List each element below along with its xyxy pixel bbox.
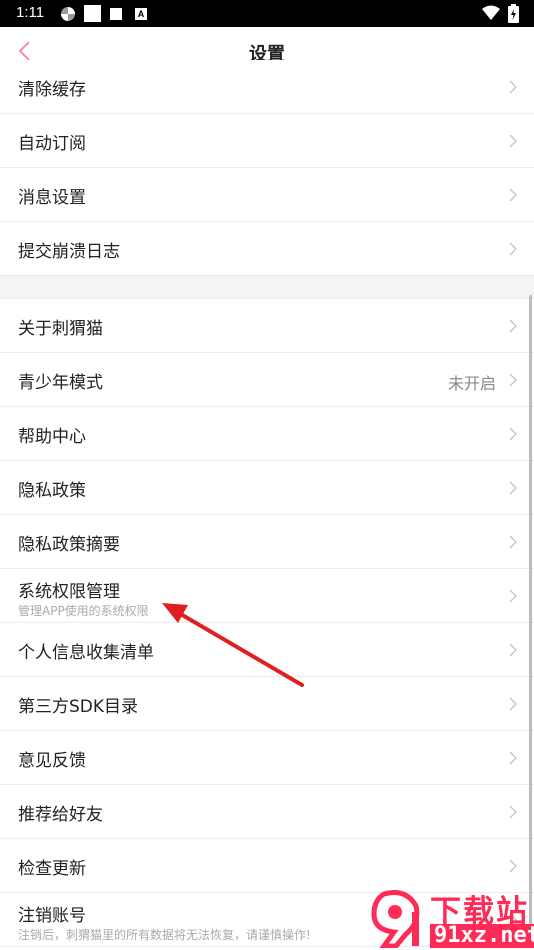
watermark: 下载站 91xz.net xyxy=(366,884,534,950)
square-small-icon xyxy=(110,8,122,20)
settings-row-label: 青少年模式 xyxy=(18,373,103,393)
settings-list: 清除缓存自动订阅消息设置提交崩溃日志 关于刺猬猫青少年模式 未开启帮助中心隐私政策… xyxy=(0,60,534,947)
settings-row[interactable]: 系统权限管理管理APP使用的系统权限 xyxy=(0,569,534,623)
chevron-right-icon xyxy=(509,373,517,387)
settings-row-label: 系统权限管理 xyxy=(18,582,120,602)
settings-row-value: 未开启 xyxy=(447,374,496,393)
chevron-right-icon xyxy=(509,805,517,819)
watermark-logo-icon xyxy=(371,890,420,948)
settings-row-label: 检查更新 xyxy=(18,859,86,879)
settings-row[interactable]: 帮助中心 xyxy=(0,407,534,461)
chevron-right-icon xyxy=(509,134,517,148)
settings-row[interactable]: 隐私政策 xyxy=(0,461,534,515)
chevron-right-icon xyxy=(509,242,517,256)
settings-row-label: 第三方SDK目录 xyxy=(18,697,139,717)
pinwheel-icon xyxy=(61,7,75,21)
settings-row[interactable]: 第三方SDK目录 xyxy=(0,677,534,731)
chevron-right-icon xyxy=(509,481,517,495)
chevron-right-icon xyxy=(509,535,517,549)
settings-row-label: 隐私政策 xyxy=(18,481,86,501)
chevron-right-icon xyxy=(509,427,517,441)
settings-row-label: 提交崩溃日志 xyxy=(18,242,120,262)
settings-row-label: 自动订阅 xyxy=(18,134,86,154)
settings-row[interactable]: 个人信息收集清单 xyxy=(0,623,534,677)
square-icon xyxy=(84,5,101,22)
chevron-right-icon xyxy=(509,80,517,94)
settings-row[interactable]: 清除缓存 xyxy=(0,60,534,114)
battery-icon xyxy=(508,4,519,23)
status-bar: 1:11 A xyxy=(0,0,534,27)
settings-row[interactable]: 自动订阅 xyxy=(0,114,534,168)
settings-group-2: 关于刺猬猫青少年模式 未开启帮助中心隐私政策隐私政策摘要 系统权限管理管理APP使用… xyxy=(0,299,534,947)
status-time: 1:11 xyxy=(16,4,45,21)
chevron-right-icon xyxy=(509,643,517,657)
a-icon: A xyxy=(135,8,147,20)
settings-group-1: 清除缓存自动订阅消息设置提交崩溃日志 xyxy=(0,60,534,276)
wifi-icon xyxy=(482,5,500,20)
settings-row-label: 隐私政策摘要 xyxy=(18,535,120,555)
settings-row-label: 注销账号 xyxy=(18,906,86,926)
settings-row-label: 清除缓存 xyxy=(18,80,86,100)
settings-row-subtitle: 管理APP使用的系统权限 xyxy=(18,604,149,618)
settings-row[interactable]: 提交崩溃日志 xyxy=(0,222,534,276)
settings-row-label: 消息设置 xyxy=(18,188,86,208)
settings-row-label: 关于刺猬猫 xyxy=(18,319,103,339)
chevron-right-icon xyxy=(509,319,517,333)
settings-row-label: 个人信息收集清单 xyxy=(18,643,154,663)
chevron-right-icon xyxy=(509,751,517,765)
scrollbar[interactable] xyxy=(529,295,532,935)
settings-row-label: 推荐给好友 xyxy=(18,805,103,825)
settings-row[interactable]: 意见反馈 xyxy=(0,731,534,785)
settings-row-subtitle: 注销后，刺猬猫里的所有数据将无法恢复，请谨慎操作! xyxy=(18,928,311,942)
chevron-right-icon xyxy=(509,697,517,711)
settings-row[interactable]: 青少年模式 未开启 xyxy=(0,353,534,407)
group-separator xyxy=(0,276,534,299)
settings-row[interactable]: 关于刺猬猫 xyxy=(0,299,534,353)
settings-row-label: 意见反馈 xyxy=(18,751,86,771)
chevron-right-icon xyxy=(509,859,517,873)
watermark-url: 91xz.net xyxy=(430,924,534,948)
chevron-right-icon xyxy=(509,589,517,603)
settings-row[interactable]: 消息设置 xyxy=(0,168,534,222)
settings-row[interactable]: 隐私政策摘要 xyxy=(0,515,534,569)
settings-row[interactable]: 推荐给好友 xyxy=(0,785,534,839)
settings-row-label: 帮助中心 xyxy=(18,427,86,447)
chevron-right-icon xyxy=(509,188,517,202)
